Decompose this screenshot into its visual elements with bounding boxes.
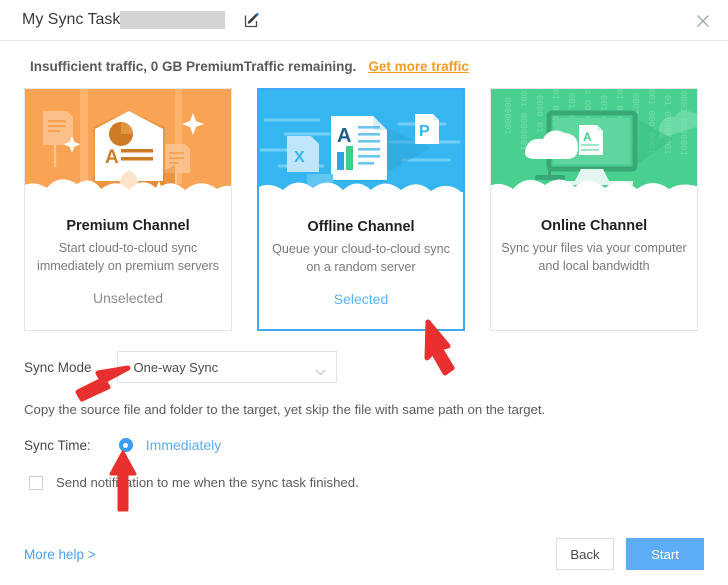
channel-card-offline[interactable]: X A P Offline Channel Queue your cloud-t… (257, 88, 465, 331)
sync-time-label: Sync Time: (24, 437, 91, 453)
svg-text:P: P (419, 123, 430, 140)
sync-mode-help-text: Copy the source file and folder to the t… (24, 402, 546, 417)
close-icon[interactable] (694, 12, 712, 30)
channel-title: Offline Channel (307, 219, 415, 235)
footer-actions: Back Start (556, 538, 704, 570)
svg-text:A: A (337, 125, 351, 147)
channel-description: Queue your cloud-to-cloud sync on a rand… (272, 242, 450, 274)
premium-channel-body: Premium Channel Start cloud-to-cloud syn… (25, 204, 231, 306)
sync-mode-row: Sync Mode One-way Sync (24, 351, 728, 383)
offline-channel-body: Offline Channel Queue your cloud-to-clou… (259, 205, 463, 307)
sync-time-radio-immediately[interactable] (118, 438, 133, 452)
more-help-link[interactable]: More help > (24, 547, 96, 562)
traffic-notice-text: Insufficient traffic, 0 GB PremiumTraffi… (30, 59, 357, 74)
channel-title: Online Channel (540, 218, 648, 234)
traffic-notice: Insufficient traffic, 0 GB PremiumTraffi… (30, 59, 728, 74)
svg-text:0000001: 0000001 (502, 97, 512, 135)
task-name-redacted-block (120, 11, 226, 29)
premium-channel-illustration: A (25, 89, 231, 204)
sync-mode-selected-value: One-way Sync (133, 359, 219, 375)
channel-status: Unselected (92, 289, 164, 306)
channel-title: Premium Channel (66, 218, 190, 234)
svg-text:001 0000001: 001 0000001 (518, 91, 528, 150)
notify-checkbox[interactable] (29, 475, 43, 490)
channel-card-premium[interactable]: A Premium Channel Start cloud-to-cloud s… (24, 88, 232, 331)
svg-text:0000 01: 0000 01 (534, 95, 544, 133)
get-more-traffic-link[interactable]: Get more traffic (368, 59, 469, 74)
svg-text:A: A (583, 130, 592, 144)
start-button[interactable]: Start (626, 538, 704, 570)
channel-card-list: A Premium Channel Start cloud-to-cloud s… (24, 88, 728, 331)
sync-mode-label: Sync Mode (24, 359, 92, 375)
sync-time-radio-label[interactable]: Immediately (146, 437, 221, 453)
chevron-down-icon (314, 364, 326, 375)
online-channel-illustration: 0000001 001 0000001 0000 01 01 0001 000 … (491, 89, 697, 204)
channel-status: Selected (333, 290, 389, 307)
channel-card-online[interactable]: 0000001 001 0000001 0000 01 01 0001 000 … (490, 88, 698, 331)
edit-pencil-icon[interactable] (244, 12, 260, 28)
online-channel-body: Online Channel Sync your files via your … (491, 204, 697, 276)
notify-row: Send notification to me when the sync ta… (24, 475, 728, 490)
channel-description: Sync your files via your computer and lo… (501, 241, 687, 273)
dialog-footer: More help > Back Start (0, 523, 728, 585)
window-titlebar: My Sync Task (0, 0, 728, 41)
channel-description: Start cloud-to-cloud sync immediately on… (37, 241, 219, 273)
sync-settings-form: Sync Mode One-way Sync Copy the source f… (24, 351, 728, 490)
svg-text:X: X (294, 149, 305, 166)
sync-time-row: Sync Time: Immediately (24, 437, 728, 453)
sync-mode-select[interactable]: One-way Sync (116, 351, 337, 383)
svg-text:A: A (105, 147, 119, 168)
back-button[interactable]: Back (556, 538, 614, 570)
page-title: My Sync Task (22, 11, 121, 28)
offline-channel-illustration: X A P (259, 90, 463, 205)
notify-checkbox-label[interactable]: Send notification to me when the sync ta… (56, 475, 359, 490)
